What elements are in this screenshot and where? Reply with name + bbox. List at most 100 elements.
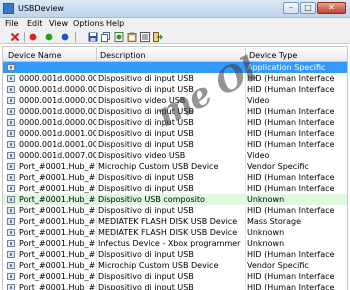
usb-device-icon	[7, 174, 15, 181]
usb-device-icon	[7, 97, 15, 104]
usb-device-icon	[7, 218, 15, 225]
close-button[interactable]: ✕	[317, 2, 346, 14]
table-row[interactable]: 0000.001d.0000.001.00...Dispositivo vide…	[3, 95, 347, 106]
device-name-cell: Port_#0001.Hub_#0002	[19, 250, 96, 259]
table-row[interactable]: Port_#0001.Hub_#0001Dispositivo di input…	[3, 172, 347, 183]
description-cell: Microchip Custom USB Device	[98, 162, 219, 171]
usb-device-icon	[7, 262, 15, 269]
menu-view[interactable]: View	[49, 19, 68, 28]
table-row[interactable]: Port_#0001.Hub_#0001Dispositivo di input…	[3, 183, 347, 194]
table-row[interactable]: Port_#0001.Hub_#0002Dispositivo di input…	[3, 271, 347, 282]
close-icon: ✕	[328, 3, 335, 12]
table-row[interactable]: Port_#0001.Hub_#0001Microchip Custom USB…	[3, 161, 347, 172]
device-type-cell: Video	[247, 96, 270, 105]
usb-device-icon	[7, 251, 15, 258]
description-cell: Dispositivo di input USB	[98, 107, 194, 116]
toolbar-separator	[75, 32, 76, 42]
table-row[interactable]: Port_#0001.Hub_#0002Microchip Custom USB…	[3, 260, 347, 271]
table-row[interactable]: Port_#0001.Hub_#0001Dispositivo USB comp…	[3, 194, 347, 205]
description-cell: Dispositivo di input USB	[98, 272, 194, 281]
table-row[interactable]: Port_#0001.Hub_#0002Dispositivo di input…	[3, 282, 347, 290]
table-row[interactable]: 0000.001d.0000.001.00...Dispositivo di i…	[3, 84, 347, 95]
device-type-cell: Vendor Specific	[247, 261, 309, 270]
table-row[interactable]: 0000.001d.0000.001.00...Dispositivo di i…	[3, 73, 347, 84]
device-name-cell: Port_#0001.Hub_#0001	[19, 173, 96, 182]
device-type-cell: HID (Human Interface D...	[247, 283, 337, 290]
usb-device-icon	[7, 119, 15, 126]
table-row[interactable]: 0000.001d.0000.002.00...Dispositivo di i…	[3, 117, 347, 128]
description-cell: Dispositivo di input USB	[98, 74, 194, 83]
table-row[interactable]: Application Specific	[3, 62, 347, 73]
table-row[interactable]: Port_#0001.Hub_#0001MEDIATEK FLASH DISK …	[3, 227, 347, 238]
table-row[interactable]: Port_#0001.Hub_#0001Infectus Device - Xb…	[3, 238, 347, 249]
blue-dot-icon[interactable]	[60, 32, 70, 42]
close-red-x-icon[interactable]	[10, 32, 20, 42]
exit-icon[interactable]	[153, 32, 163, 42]
device-name-cell: 0000.001d.0000.001.00...	[19, 74, 96, 83]
device-type-cell: HID (Human Interface D...	[247, 140, 337, 149]
description-cell: MEDIATEK FLASH DISK USB Device	[98, 228, 238, 237]
save-icon[interactable]	[88, 32, 98, 42]
device-name-cell: 0000.001d.0001.001.00...	[19, 140, 96, 149]
usb-device-icon	[7, 207, 15, 214]
toolbar	[0, 30, 350, 44]
device-type-cell: Video	[247, 151, 270, 160]
column-divider[interactable]	[96, 48, 97, 60]
device-type-cell: HID (Human Interface D...	[247, 250, 337, 259]
description-cell: Dispositivo di input USB	[98, 85, 194, 94]
device-name-cell: 0000.001d.0001.001.00...	[19, 129, 96, 138]
description-cell	[98, 62, 245, 73]
menu-options[interactable]: Options	[73, 19, 104, 28]
copy-clipboard-icon[interactable]	[127, 32, 137, 42]
table-row[interactable]: 0000.001d.0007.006.00...Dispositivo vide…	[3, 150, 347, 161]
description-cell: Dispositivo di input USB	[98, 140, 194, 149]
description-cell: Dispositivo di input USB	[98, 250, 194, 259]
usb-device-icon	[7, 86, 15, 93]
maximize-button[interactable]: □	[300, 2, 316, 14]
menu-file[interactable]: File	[5, 19, 18, 28]
device-name-cell: Port_#0001.Hub_#0001	[19, 184, 96, 193]
device-name-cell: Port_#0001.Hub_#0001	[19, 228, 96, 237]
green-dot-icon[interactable]	[44, 32, 54, 42]
device-type-cell: Unknown	[247, 239, 285, 248]
description-cell: Dispositivo di input USB	[98, 283, 194, 290]
device-type-cell: HID (Human Interface D...	[247, 129, 337, 138]
column-header-description[interactable]: Description	[100, 51, 146, 60]
column-divider[interactable]	[245, 48, 246, 60]
copy-icon[interactable]	[101, 32, 111, 42]
html-report-icon[interactable]	[114, 32, 124, 42]
menu-edit[interactable]: Edit	[27, 19, 43, 28]
description-cell: Microchip Custom USB Device	[98, 261, 219, 270]
device-name-cell: Port_#0001.Hub_#0001	[19, 239, 96, 248]
description-cell: Dispositivo video USB	[98, 151, 186, 160]
device-name-cell	[19, 62, 96, 73]
properties-icon[interactable]	[140, 32, 150, 42]
usb-device-icon	[7, 108, 15, 115]
red-dot-icon[interactable]	[28, 32, 38, 42]
usb-device-icon	[7, 240, 15, 247]
usb-device-icon	[7, 229, 15, 236]
usb-device-icon	[7, 152, 15, 159]
table-row[interactable]: Port_#0001.Hub_#0001Dispositivo di input…	[3, 205, 347, 216]
column-header-device-name[interactable]: Device Name	[8, 51, 62, 60]
device-list-table[interactable]: Device Name Description Device Type Appl…	[2, 46, 348, 290]
device-type-cell: HID (Human Interface D...	[247, 74, 337, 83]
title-bar: USBDeview – □ ✕	[0, 0, 350, 18]
window-title: USBDeview	[18, 4, 64, 13]
device-name-cell: 0000.001d.0000.001.00...	[19, 85, 96, 94]
description-cell: Dispositivo di input USB	[98, 173, 194, 182]
device-name-cell: Port_#0001.Hub_#0002	[19, 272, 96, 281]
column-header-device-type[interactable]: Device Type	[249, 51, 297, 60]
table-row[interactable]: 0000.001d.0000.002.00...Dispositivo di i…	[3, 106, 347, 117]
table-row[interactable]: Port_#0001.Hub_#0002Dispositivo di input…	[3, 249, 347, 260]
device-name-cell: Port_#0001.Hub_#0001	[19, 162, 96, 171]
device-type-cell: Unknown	[247, 195, 285, 204]
usb-device-icon	[7, 141, 15, 148]
table-row[interactable]: 0000.001d.0001.001.00...Dispositivo di i…	[3, 139, 347, 150]
description-cell: Dispositivo USB composito	[98, 195, 205, 204]
minimize-button[interactable]: –	[283, 2, 299, 14]
usb-device-icon	[7, 130, 15, 137]
table-row[interactable]: 0000.001d.0001.001.00...Dispositivo di i…	[3, 128, 347, 139]
menu-help[interactable]: Help	[106, 19, 124, 28]
table-row[interactable]: Port_#0001.Hub_#0001MEDIATEK FLASH DISK …	[3, 216, 347, 227]
